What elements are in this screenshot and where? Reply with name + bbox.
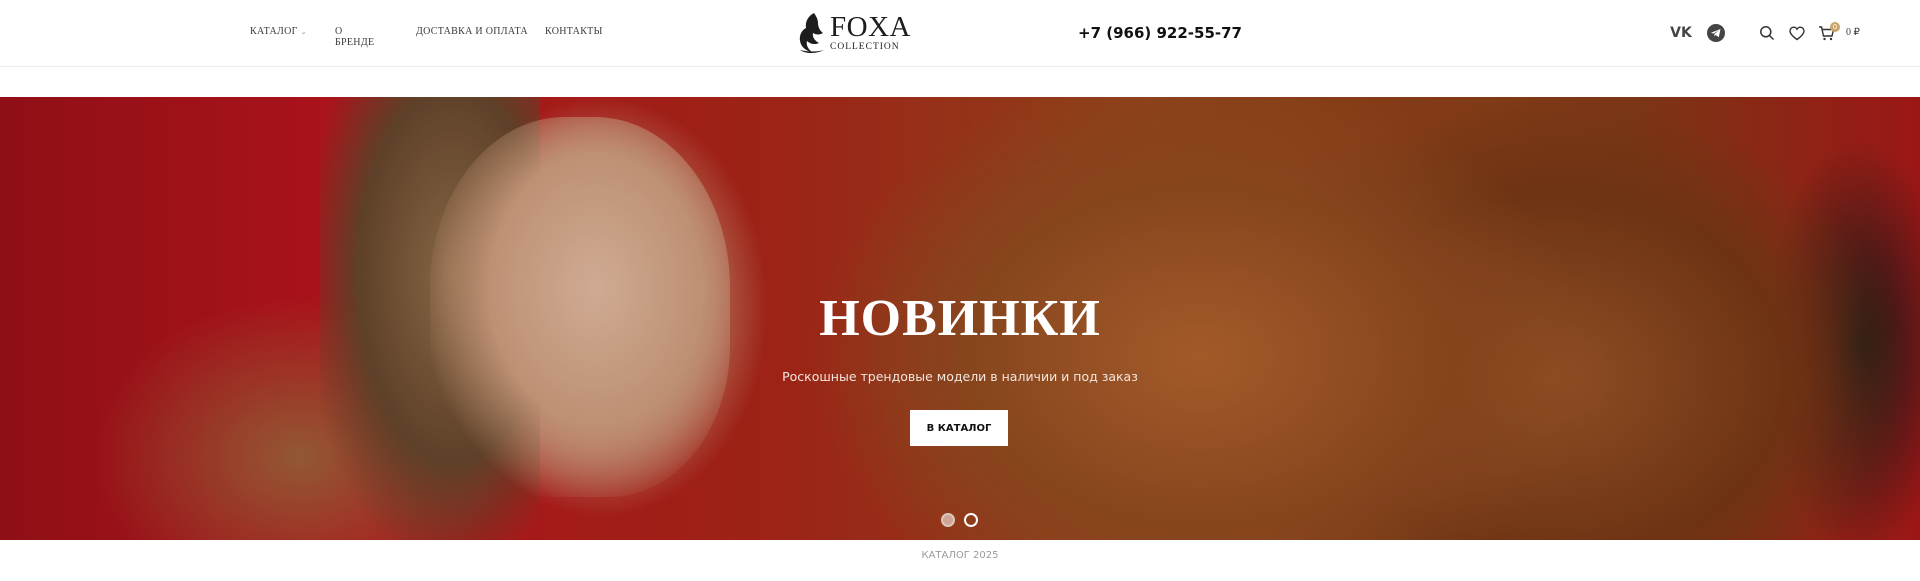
hero-slider[interactable]: НОВИНКИ Роскошные трендовые модели в нал… — [0, 97, 1920, 540]
nav-item-label: О БРЕНДЕ — [335, 26, 375, 48]
chevron-down-icon: ⌄ — [300, 27, 307, 36]
brand-logo[interactable]: FOXA COLLECTION — [796, 10, 912, 56]
nav-item-about[interactable]: О БРЕНДЕ — [335, 26, 374, 48]
nav-item-delivery[interactable]: ДОСТАВКА И ОПЛАТА — [416, 26, 528, 37]
nav-item-catalog[interactable]: КАТАЛОГ ⌄ — [250, 26, 307, 37]
nav-item-label: КАТАЛОГ — [250, 26, 298, 37]
nav-item-label: ДОСТАВКА И ОПЛАТА — [416, 26, 528, 37]
logo-name: FOXA — [830, 11, 911, 44]
slider-dot-1[interactable] — [941, 513, 955, 527]
nav-item-label: КОНТАКТЫ — [545, 26, 603, 37]
slider-dot-2[interactable] — [964, 513, 978, 527]
catalog-button[interactable]: В КАТАЛОГ — [910, 410, 1008, 446]
hero-subtitle: Роскошные трендовые модели в наличии и п… — [782, 369, 1138, 384]
search-icon[interactable] — [1756, 22, 1778, 44]
catalog-2025-link[interactable]: КАТАЛОГ 2025 — [0, 550, 1920, 561]
cart-count-badge: 0 — [1830, 22, 1840, 32]
fox-logo-icon — [799, 13, 824, 53]
site-header: КАТАЛОГ ⌄ О БРЕНДЕ ДОСТАВКА И ОПЛАТА КОН… — [0, 0, 1920, 67]
cart-total[interactable]: 0 ₽ — [1846, 27, 1860, 38]
hero-title: НОВИНКИ — [819, 290, 1101, 347]
logo-subtitle: COLLECTION — [830, 42, 900, 53]
wishlist-heart-icon[interactable] — [1786, 22, 1808, 44]
phone-link[interactable]: +7 (966) 922-55-77 — [1078, 24, 1242, 42]
vk-icon[interactable]: VK — [1670, 22, 1692, 44]
telegram-icon[interactable] — [1705, 22, 1727, 44]
nav-item-contacts[interactable]: КОНТАКТЫ — [545, 26, 603, 37]
